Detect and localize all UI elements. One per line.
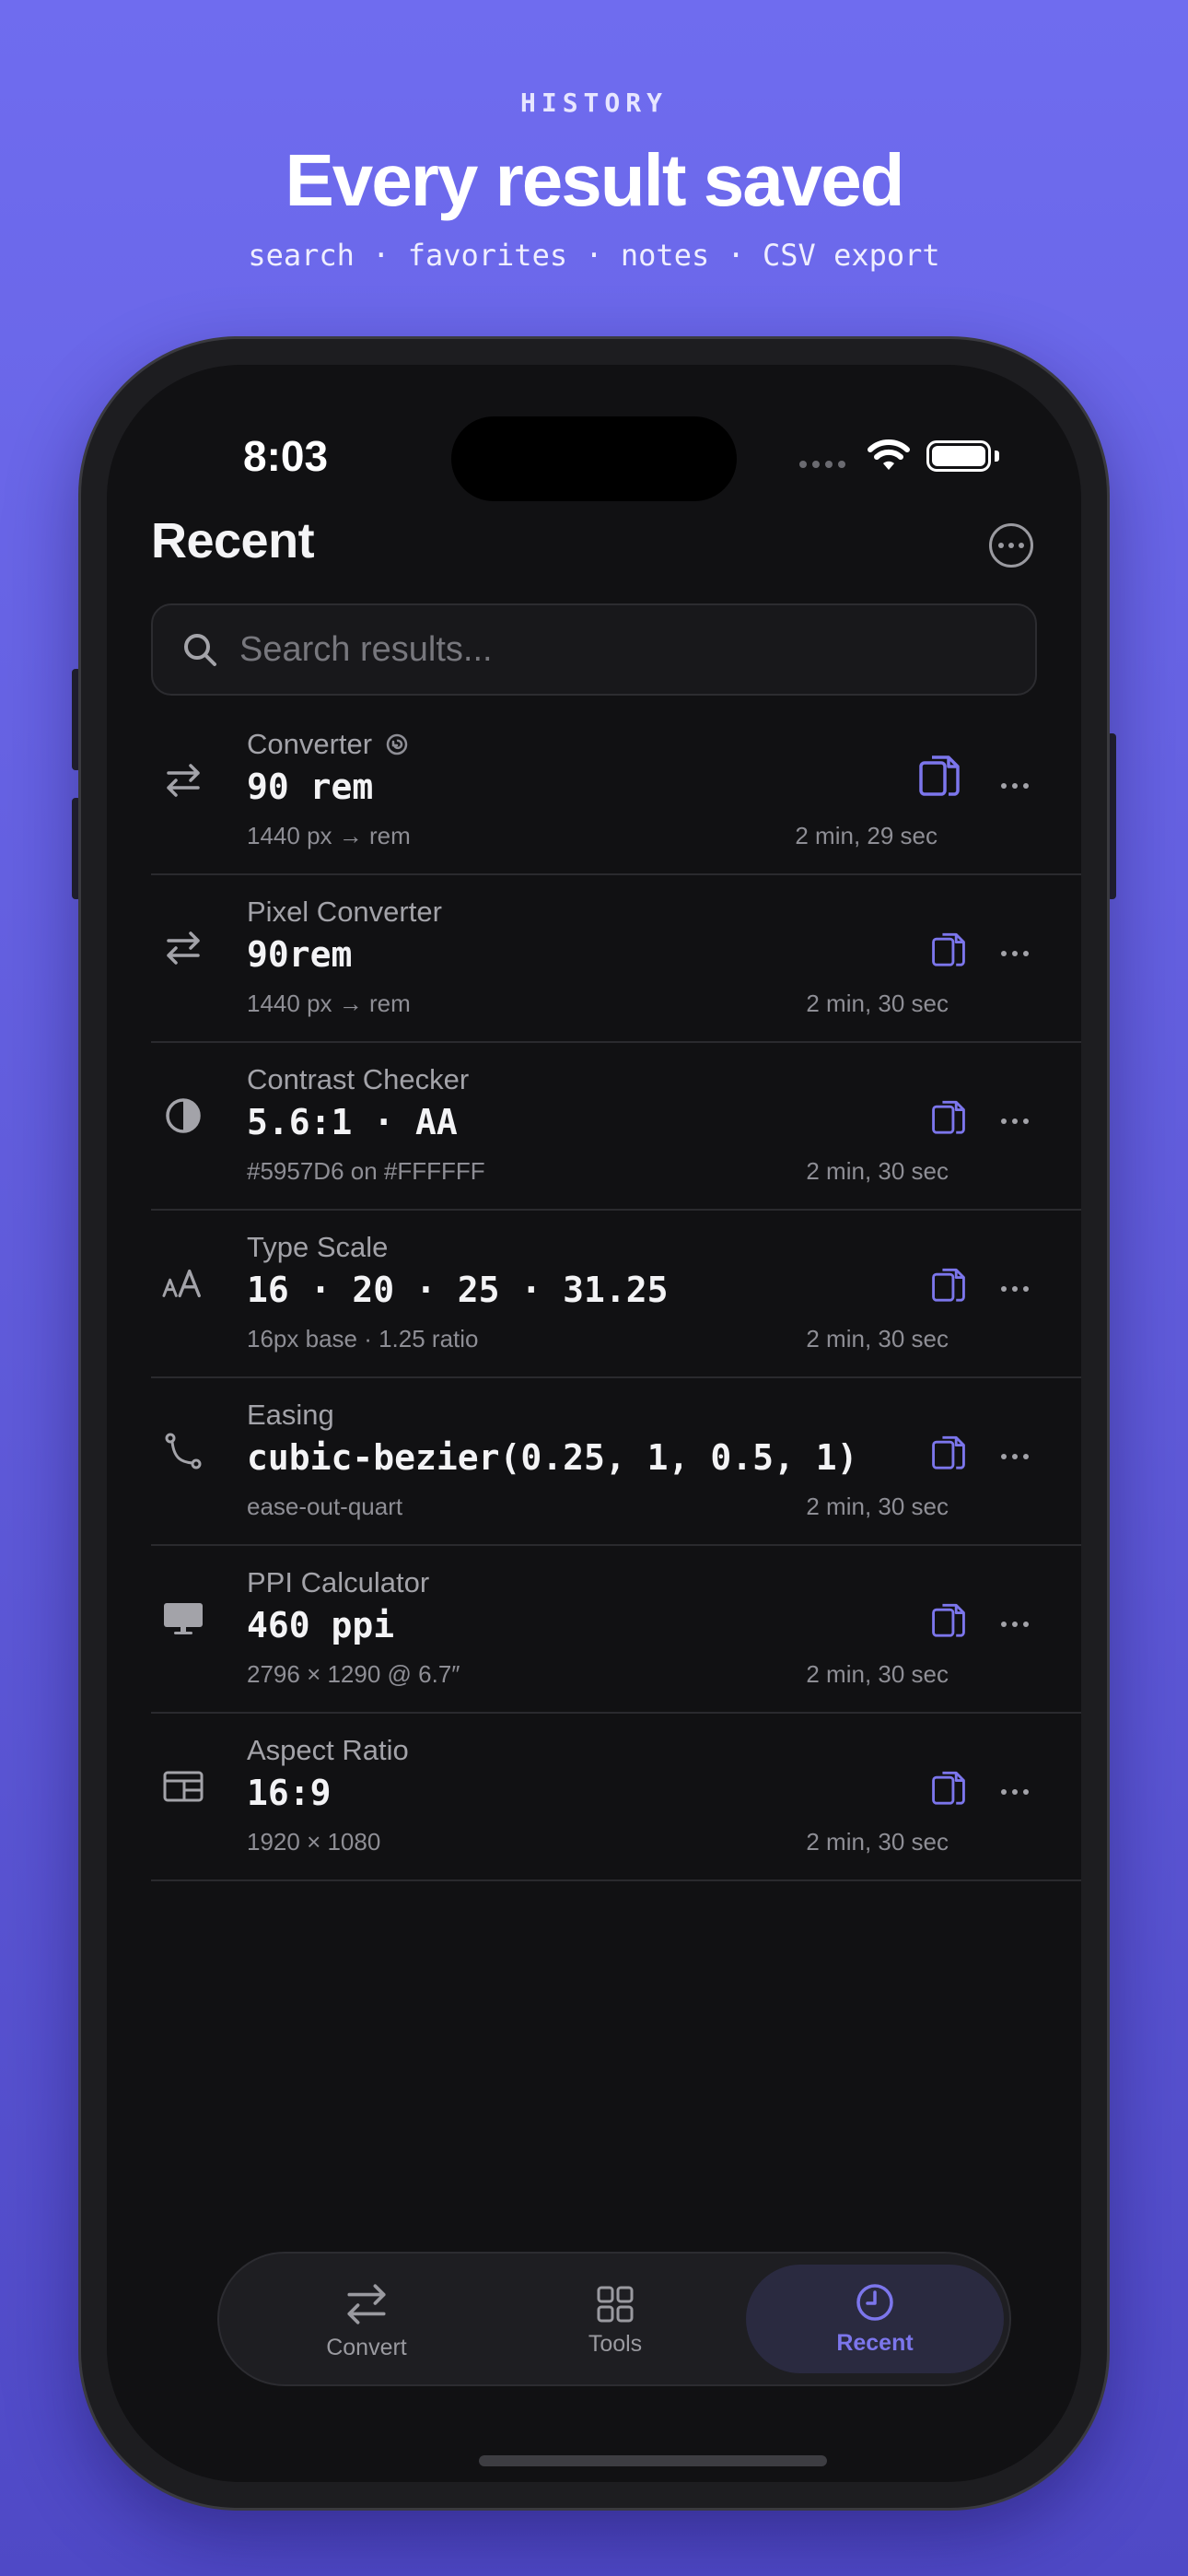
copy-button[interactable] <box>914 752 965 807</box>
result-detail: #5957D6 on #FFFFFF <box>247 1157 485 1185</box>
battery-icon <box>926 440 991 472</box>
result-row[interactable]: Contrast Checker 5.6:1 · AA #5957D6 on #… <box>151 1043 1081 1211</box>
phone-volume-button <box>72 798 81 899</box>
result-value: 460 ppi <box>247 1605 395 1645</box>
result-value: 5.6:1 · AA <box>247 1102 458 1142</box>
phone-frame: 8:03 Recent Converte <box>81 339 1107 2508</box>
result-time: 2 min, 30 sec <box>806 1660 949 1688</box>
result-value: 16:9 <box>247 1773 332 1813</box>
tab-convert-label: Convert <box>326 2334 407 2360</box>
result-detail: 1440 px → rem <box>247 822 411 849</box>
arrows-swap-icon <box>162 927 204 969</box>
aspect-ratio-icon <box>162 1765 204 1808</box>
copy-icon <box>932 1268 965 1302</box>
tab-tools[interactable]: Tools <box>486 2254 744 2388</box>
contrast-icon <box>162 1095 204 1137</box>
copy-button[interactable] <box>923 1260 974 1316</box>
result-detail: 1920 × 1080 <box>247 1828 381 1856</box>
result-detail: 16px base · 1.25 ratio <box>247 1325 479 1352</box>
copy-button[interactable] <box>923 1093 974 1148</box>
result-category: Converter <box>247 728 373 760</box>
copy-icon <box>919 755 960 796</box>
result-category: Contrast Checker <box>247 1063 470 1095</box>
result-value: 90 rem <box>247 767 374 807</box>
restore-icon <box>386 733 408 755</box>
results-list: Converter 90 rem 1440 px → rem 2 min, 29… <box>151 708 1081 1881</box>
copy-button[interactable] <box>923 1596 974 1651</box>
result-category: Pixel Converter <box>247 896 442 928</box>
row-more-button[interactable] <box>987 1778 1042 1806</box>
tab-recent-label: Recent <box>836 2329 914 2356</box>
tab-tools-label: Tools <box>588 2330 643 2357</box>
result-time: 2 min, 30 sec <box>806 989 949 1017</box>
copy-button[interactable] <box>923 925 974 980</box>
result-row[interactable]: Converter 90 rem 1440 px → rem 2 min, 29… <box>151 708 1081 875</box>
result-row[interactable]: PPI Calculator 460 ppi 2796 × 1290 @ 6.7… <box>151 1546 1081 1714</box>
tab-bar: Convert Tools Recent <box>217 2252 1011 2386</box>
search-icon <box>184 634 216 666</box>
result-row[interactable]: Aspect Ratio 16:9 1920 × 1080 2 min, 30 … <box>151 1714 1081 1881</box>
cellular-icon <box>799 461 845 468</box>
bezier-curve-icon <box>162 1430 204 1472</box>
row-more-button[interactable] <box>987 940 1042 967</box>
wifi-icon <box>868 439 910 470</box>
result-detail: 1440 px → rem <box>247 989 411 1017</box>
row-more-button[interactable] <box>987 1275 1042 1303</box>
hero-title: Every result saved <box>285 139 904 221</box>
hero-eyebrow: HISTORY <box>519 88 668 118</box>
result-time: 2 min, 30 sec <box>806 1493 949 1520</box>
phone-screen: 8:03 Recent Converte <box>107 365 1081 2482</box>
result-row[interactable]: Type Scale 16 · 20 · 25 · 31.25 16px bas… <box>151 1211 1081 1378</box>
copy-button[interactable] <box>923 1763 974 1819</box>
type-size-icon <box>162 1262 204 1305</box>
result-detail: 2796 × 1290 @ 6.7″ <box>247 1660 460 1688</box>
home-indicator[interactable] <box>479 2455 827 2466</box>
grid-icon <box>597 2286 634 2322</box>
phone-action-button <box>72 669 81 770</box>
battery-cap <box>995 451 999 462</box>
copy-button[interactable] <box>923 1428 974 1483</box>
dynamic-island <box>451 416 737 501</box>
arrows-swap-icon <box>162 759 204 802</box>
row-more-button[interactable] <box>987 1610 1042 1638</box>
hero-subtitle: search · favorites · notes · CSV export <box>248 238 940 273</box>
result-value: 16 · 20 · 25 · 31.25 <box>247 1270 669 1310</box>
search-input[interactable] <box>239 629 1035 670</box>
result-value: cubic-bezier(0.25, 1, 0.5, 1) <box>247 1437 858 1478</box>
result-category: Easing <box>247 1399 334 1431</box>
search-bar[interactable] <box>151 603 1037 696</box>
copy-icon <box>932 932 965 966</box>
arrows-swap-icon <box>347 2283 386 2324</box>
result-time: 2 min, 30 sec <box>806 1828 949 1856</box>
copy-icon <box>932 1100 965 1134</box>
copy-icon <box>932 1771 965 1805</box>
more-options-icon[interactable] <box>989 523 1033 568</box>
result-time: 2 min, 29 sec <box>795 822 938 849</box>
tab-convert[interactable]: Convert <box>238 2254 495 2388</box>
clock-icon <box>856 2283 893 2321</box>
monitor-icon <box>162 1598 204 1640</box>
row-more-button[interactable] <box>987 1107 1042 1135</box>
row-more-button[interactable] <box>987 772 1042 800</box>
result-row[interactable]: Easing cubic-bezier(0.25, 1, 0.5, 1) eas… <box>151 1378 1081 1546</box>
copy-icon <box>932 1603 965 1637</box>
row-more-button[interactable] <box>987 1443 1042 1470</box>
result-row[interactable]: Pixel Converter 90rem 1440 px → rem 2 mi… <box>151 875 1081 1043</box>
result-category: PPI Calculator <box>247 1566 430 1598</box>
phone-power-button <box>1107 733 1116 899</box>
result-time: 2 min, 30 sec <box>806 1157 949 1185</box>
result-category: Aspect Ratio <box>247 1734 409 1766</box>
page-title: Recent <box>151 513 315 568</box>
status-time: 8:03 <box>243 432 329 480</box>
result-value: 90rem <box>247 934 353 975</box>
result-time: 2 min, 30 sec <box>806 1325 949 1352</box>
result-category: Type Scale <box>247 1231 389 1263</box>
tab-recent[interactable]: Recent <box>746 2265 1004 2373</box>
result-detail: ease-out-quart <box>247 1493 403 1520</box>
copy-icon <box>932 1435 965 1469</box>
